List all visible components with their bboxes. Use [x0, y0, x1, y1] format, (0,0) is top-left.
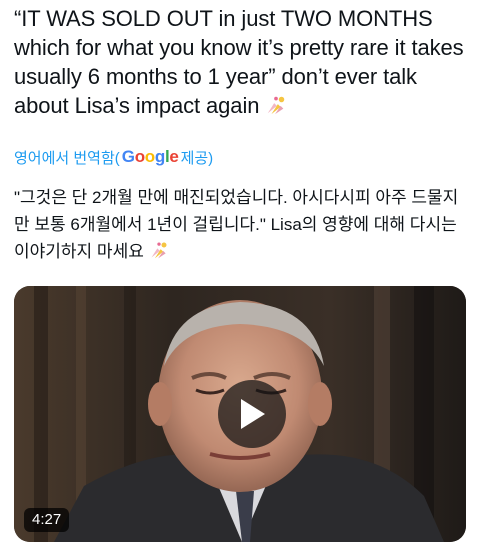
play-button[interactable] [218, 380, 286, 448]
translated-body: "그것은 단 2개월 만에 매진되었습니다. 아시다시피 아주 드물지만 보통 … [14, 188, 459, 261]
translation-attribution[interactable]: 영어에서 번역함( Google 제공) [14, 146, 213, 168]
translation-prefix: 영어에서 번역함( [14, 149, 120, 167]
nail-polish-emoji-icon [151, 242, 167, 259]
google-logo: Google [121, 147, 179, 166]
nail-polish-emoji-icon [268, 96, 285, 115]
tweet-text: “IT WAS SOLD OUT in just TWO MONTHS whic… [14, 4, 470, 120]
video-duration: 4:27 [24, 508, 70, 532]
translation-suffix: 제공) [180, 149, 214, 167]
play-icon [241, 399, 265, 429]
translated-text: "그것은 단 2개월 만에 매진되었습니다. 아시다시피 아주 드물지만 보통 … [14, 184, 470, 265]
video-player[interactable]: 4:27 [14, 286, 466, 542]
tweet-body: “IT WAS SOLD OUT in just TWO MONTHS whic… [14, 6, 464, 118]
